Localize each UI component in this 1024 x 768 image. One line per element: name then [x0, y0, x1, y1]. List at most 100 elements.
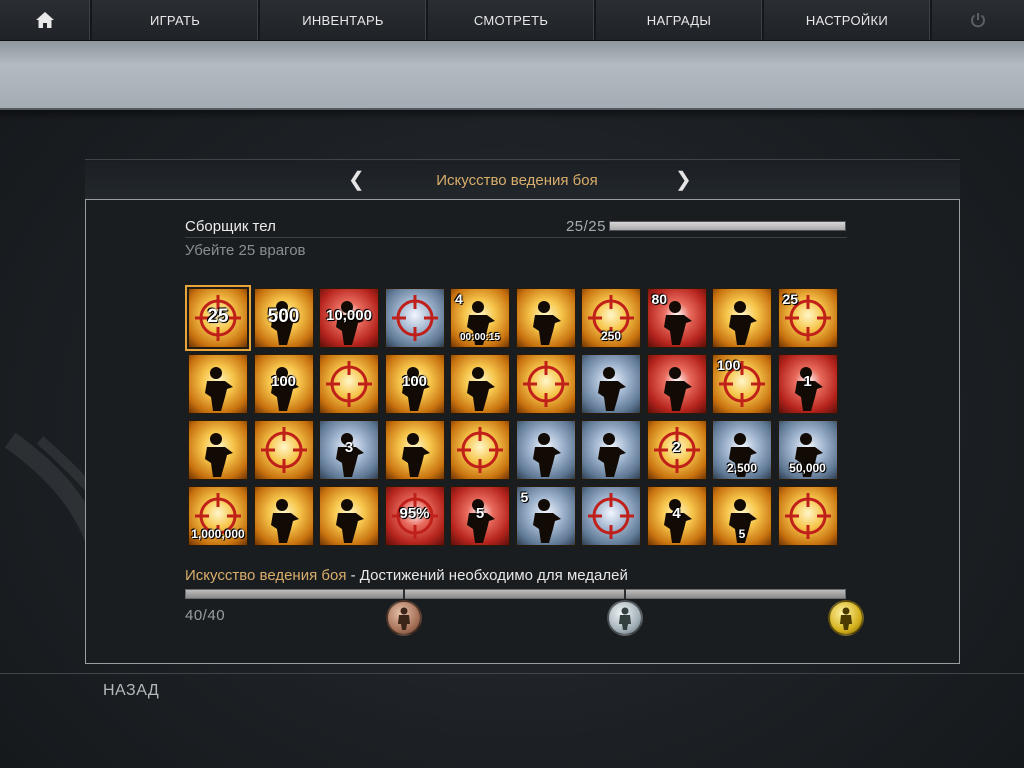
medal-requirement-label: - Достижений необходимо для медалей: [346, 567, 628, 584]
achievement-tile-number: 4: [455, 291, 463, 307]
achievement-tile[interactable]: [646, 354, 707, 414]
next-category-arrow-icon[interactable]: ❯: [675, 170, 692, 190]
achievement-tile[interactable]: [515, 420, 576, 480]
soldier-silhouette-icon: [398, 607, 410, 630]
nav-inventory-button[interactable]: ИНВЕНТАРЬ: [260, 0, 428, 40]
achievement-tile[interactable]: 10,000: [319, 288, 379, 348]
achievement-tile[interactable]: [384, 420, 445, 480]
crosshair-icon: [784, 493, 831, 539]
nav-rewards-button[interactable]: НАГРАДЫ: [596, 0, 764, 40]
achievement-tile-number: 25: [207, 306, 229, 327]
achievement-tile[interactable]: 250: [581, 288, 641, 348]
achievement-tile[interactable]: [515, 354, 576, 414]
achievement-tile[interactable]: [319, 354, 379, 414]
soldier-silhouette-icon: [598, 367, 626, 411]
medal-bar-separator: [624, 589, 626, 599]
achievement-tile-number: 5: [475, 505, 485, 522]
achievement-tile[interactable]: 4: [646, 486, 707, 546]
gold-medal-icon[interactable]: [828, 600, 864, 636]
achievement-tile[interactable]: 25: [777, 288, 838, 348]
achievement-tile[interactable]: 1: [777, 354, 838, 414]
bronze-medal-icon[interactable]: [386, 600, 422, 636]
achievement-tile[interactable]: [188, 420, 248, 480]
achievement-tile-number: 100: [401, 373, 428, 390]
soldier-silhouette-icon: [729, 301, 757, 345]
silver-medal-icon[interactable]: [607, 600, 643, 636]
medal-progress-count: 40/40: [185, 607, 226, 624]
achievement-tile[interactable]: [712, 288, 772, 348]
achievement-tile[interactable]: [319, 486, 379, 546]
crosshair-icon: [260, 427, 307, 473]
achievement-tile[interactable]: 5: [712, 486, 772, 546]
achievement-tile-number: 95%: [399, 505, 430, 522]
medal-progress-fill: [186, 590, 845, 598]
nav-watch-button[interactable]: СМОТРЕТЬ: [428, 0, 596, 40]
achievement-tile[interactable]: 100: [712, 354, 772, 414]
achievement-tile[interactable]: [581, 420, 641, 480]
achievement-tile[interactable]: [384, 288, 445, 348]
achievement-tile-number: 5: [520, 489, 529, 505]
achievement-tile-number: 80: [651, 291, 668, 307]
achievement-progress-bar: [609, 221, 846, 231]
achievement-tile[interactable]: [253, 420, 314, 480]
achievement-tile[interactable]: 500: [253, 288, 314, 348]
power-icon: [971, 13, 985, 28]
achievement-tile[interactable]: 50,000: [777, 420, 838, 480]
power-button[interactable]: [932, 0, 1024, 40]
medal-progress-title: Искусство ведения боя - Достижений необх…: [185, 567, 628, 584]
achievement-tile-number: 3: [344, 439, 354, 456]
achievement-tile[interactable]: 80: [646, 288, 707, 348]
achievement-tile[interactable]: [515, 288, 576, 348]
crosshair-icon: [457, 427, 503, 473]
achievement-name: Сборщик тел: [185, 218, 276, 235]
achievement-tile[interactable]: [581, 354, 641, 414]
achievement-tile-number: 2: [672, 439, 681, 456]
medal-bar-separator: [403, 589, 405, 599]
achievement-tile[interactable]: 5: [515, 486, 576, 546]
prev-category-arrow-icon[interactable]: ❮: [348, 170, 365, 190]
achievement-tile[interactable]: 25: [185, 285, 251, 351]
achievement-progress-fill: [610, 222, 845, 230]
achievement-tile[interactable]: 5: [450, 486, 510, 546]
achievement-tile-number: 10,000: [326, 307, 372, 324]
soldier-silhouette-icon: [598, 433, 626, 477]
soldier-silhouette-icon: [532, 301, 561, 345]
achievement-tile[interactable]: 100: [253, 354, 314, 414]
medal-progress-bar: [185, 589, 846, 599]
achievement-tile[interactable]: [450, 420, 510, 480]
achievement-tile-number: 50,000: [789, 461, 826, 475]
achievement-tile-number: 5: [738, 527, 746, 541]
achievement-tile[interactable]: [188, 354, 248, 414]
achievement-tile[interactable]: [450, 354, 510, 414]
achievement-tile[interactable]: 95%: [384, 486, 445, 546]
achievement-progress-text: 25/25: [565, 218, 606, 235]
achievement-tile-number: 2,500: [726, 461, 758, 475]
achievement-tile-number: 100: [717, 357, 741, 373]
home-button[interactable]: [0, 0, 92, 40]
achievement-grid: 25 500 10,000 4 00:00:15 250 80 25 100 100 100 1 3 2 2…: [185, 285, 838, 546]
category-title: Искусство ведения боя: [436, 172, 598, 189]
achievement-tile[interactable]: 1,000,000: [188, 486, 248, 546]
soldier-silhouette-icon: [270, 499, 299, 543]
achievement-tile[interactable]: 100: [384, 354, 445, 414]
soldier-silhouette-icon: [205, 367, 233, 411]
achievement-tile[interactable]: [253, 486, 314, 546]
achievement-tile[interactable]: 2,500: [712, 420, 772, 480]
soldier-silhouette-icon: [663, 367, 692, 411]
back-button[interactable]: НАЗАД: [103, 682, 159, 700]
soldier-silhouette-icon: [840, 607, 852, 630]
achievement-tile-number: 1: [803, 373, 812, 390]
soldier-silhouette-icon: [619, 607, 631, 630]
soldier-silhouette-icon: [467, 367, 495, 411]
achievement-tile[interactable]: 2: [646, 420, 707, 480]
achievement-tile-number: 1,000,000: [191, 527, 245, 541]
achievement-tile-number: 25: [782, 291, 799, 307]
home-icon: [36, 12, 54, 28]
nav-play-button[interactable]: ИГРАТЬ: [92, 0, 260, 40]
achievement-tile[interactable]: [581, 486, 641, 546]
achievement-tile[interactable]: 3: [319, 420, 379, 480]
achievement-tile[interactable]: 4 00:00:15: [450, 288, 510, 348]
achievement-tile[interactable]: [777, 486, 838, 546]
achievement-tile-number: 250: [600, 329, 622, 343]
nav-settings-button[interactable]: НАСТРОЙКИ: [764, 0, 932, 40]
